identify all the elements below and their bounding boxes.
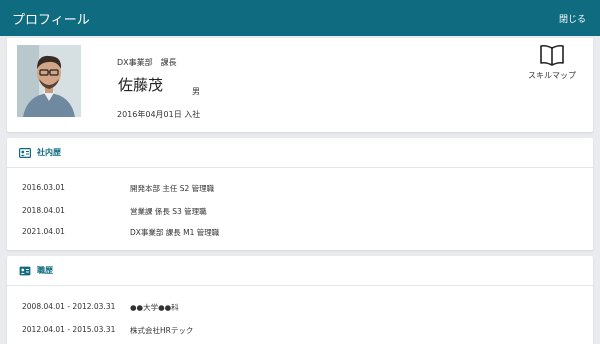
avatar (17, 45, 81, 117)
employee-gender: 男 (192, 87, 200, 96)
avatar-photo (17, 45, 81, 117)
career-period: 2012.04.01 - 2015.03.31 (22, 325, 116, 334)
history-desc: DX事業部 課長 M1 管理職 (130, 228, 220, 237)
history-date: 2016.03.01 (22, 183, 65, 192)
internal-history-card: 社内歴 2016.03.01 開発本部 主任 S2 管理職 2018.04.01… (7, 138, 593, 250)
profile-card: DX事業部 課長 佐藤茂 男 2016年04月01日 入社 スキルマップ (7, 38, 593, 132)
department-title: DX事業部 課長 (117, 58, 177, 67)
employee-name: 佐藤茂 (118, 76, 164, 94)
page-title: プロフィール (12, 12, 90, 28)
close-button[interactable]: 閉じる (559, 12, 586, 25)
career-card: 職歴 2008.04.01 - 2012.03.31 ●●大学●●科 2012.… (7, 256, 593, 344)
history-date: 2021.04.01 (22, 227, 65, 236)
id-card-icon (19, 266, 31, 275)
career-period: 2008.04.01 - 2012.03.31 (22, 302, 116, 311)
join-date: 2016年04月01日 入社 (117, 110, 201, 119)
history-row: 2016.03.01 開発本部 主任 S2 管理職 (22, 183, 214, 193)
career-desc: ●●大学●●科 (130, 303, 179, 312)
career-row: 2008.04.01 - 2012.03.31 ●●大学●●科 (22, 302, 179, 312)
history-row: 2021.04.01 DX事業部 課長 M1 管理職 (22, 227, 219, 237)
skillmap-label: スキルマップ (528, 71, 576, 80)
history-desc: 開発本部 主任 S2 管理職 (130, 184, 215, 193)
history-desc: 営業課 係長 S3 管理職 (130, 207, 207, 216)
career-desc: 株式会社HRテック (130, 326, 194, 335)
history-row: 2018.04.01 営業課 係長 S3 管理職 (22, 206, 207, 216)
career-header: 職歴 (7, 256, 593, 286)
internal-history-title: 社内歴 (37, 148, 61, 157)
title-bar: プロフィール 閉じる (0, 0, 600, 36)
skillmap-button[interactable]: スキルマップ (527, 44, 577, 81)
career-row: 2012.04.01 - 2015.03.31 株式会社HRテック (22, 325, 193, 335)
id-card-icon (19, 147, 31, 158)
career-title: 職歴 (37, 266, 53, 275)
book-icon (540, 44, 564, 66)
internal-history-header: 社内歴 (7, 138, 593, 168)
history-date: 2018.04.01 (22, 206, 65, 215)
